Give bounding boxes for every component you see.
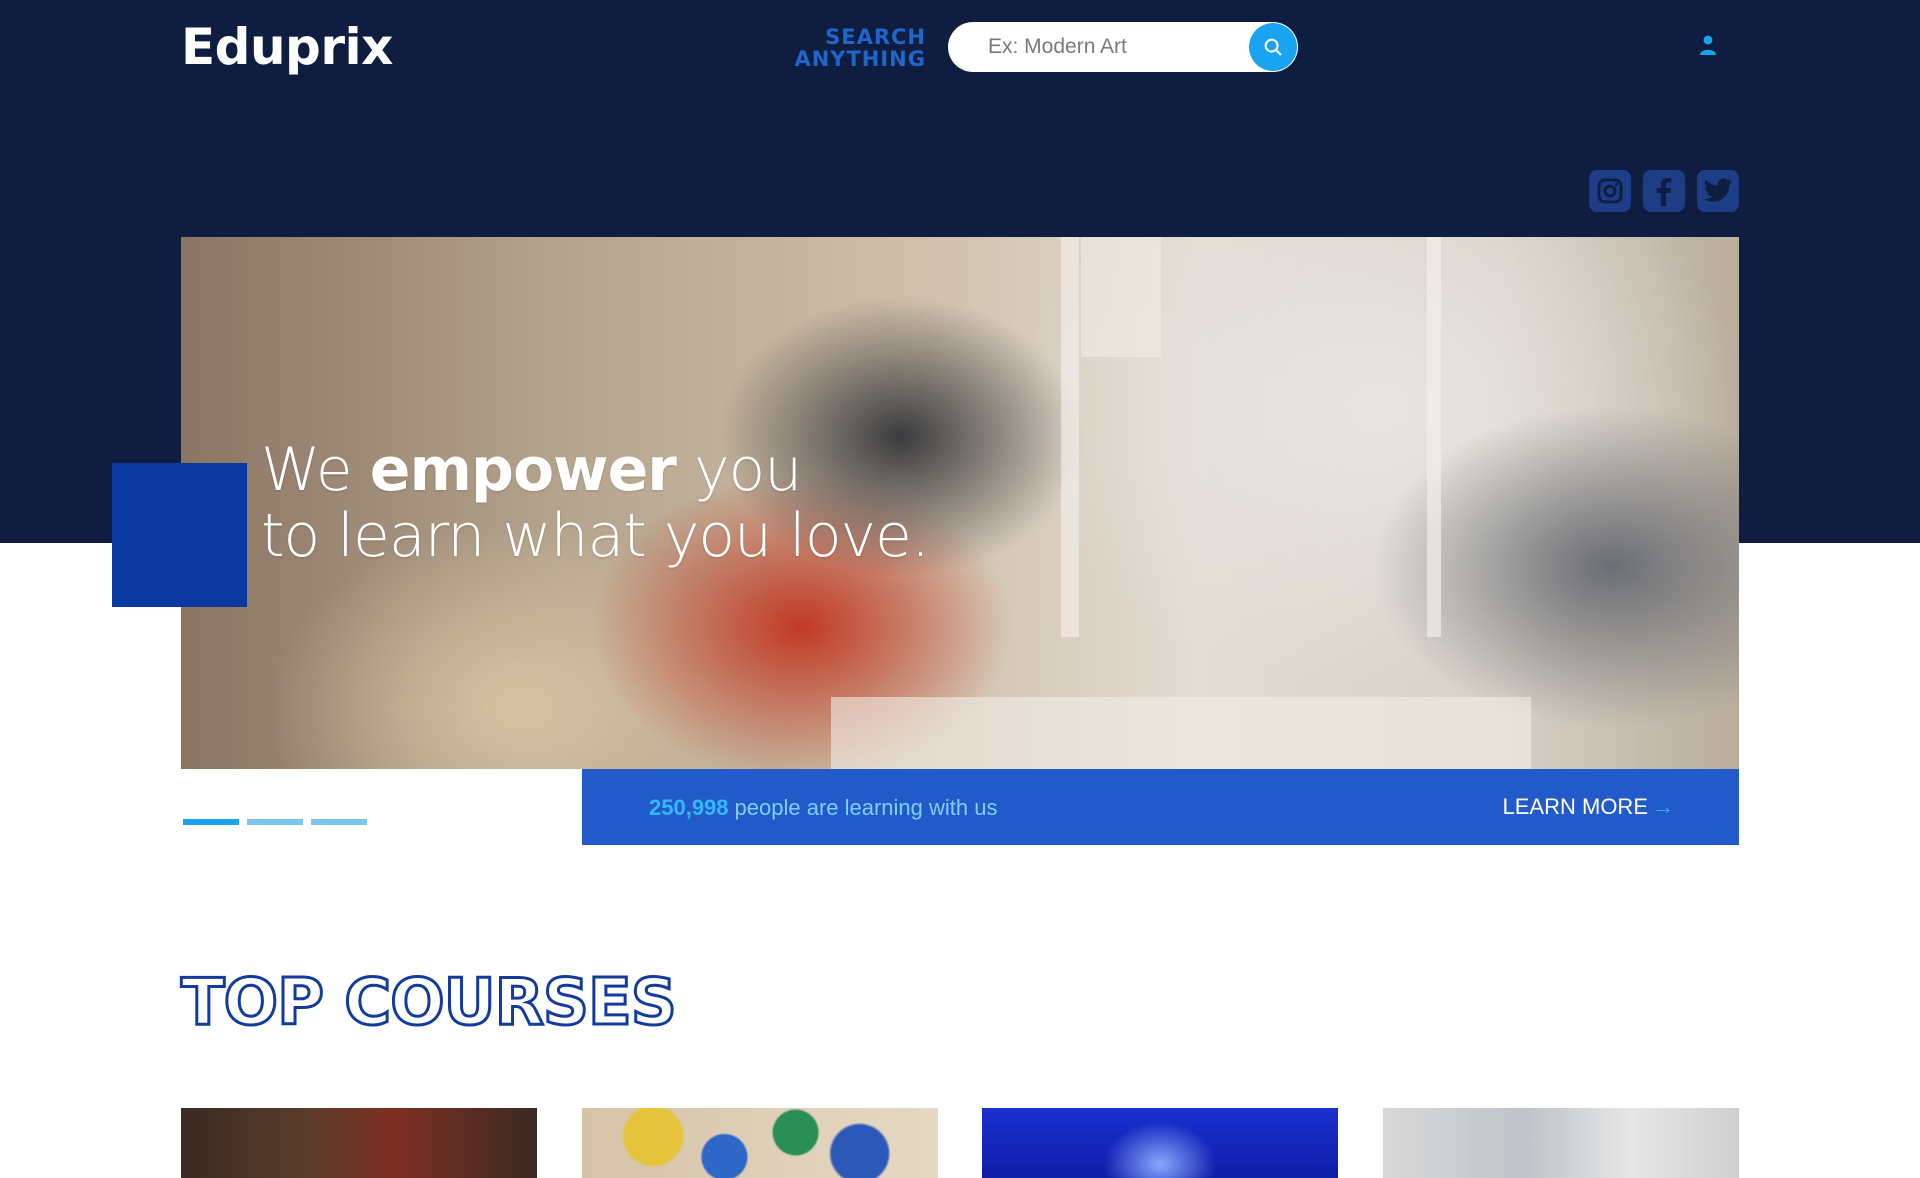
search-icon bbox=[1264, 38, 1282, 56]
search-button[interactable] bbox=[1249, 23, 1297, 71]
course-card[interactable] bbox=[1383, 1108, 1739, 1178]
hero-photo-light bbox=[1081, 237, 1161, 357]
slider-indicators bbox=[183, 819, 367, 825]
logo[interactable]: Eduprix bbox=[181, 18, 393, 76]
course-card[interactable] bbox=[181, 1108, 537, 1178]
user-icon[interactable] bbox=[1698, 34, 1718, 56]
learners-stat: 250,998 people are learning with us bbox=[649, 795, 997, 821]
arrow-right-icon: → bbox=[1652, 794, 1674, 819]
page: Eduprix SEARCH ANYTHING Ex: Modern Art W… bbox=[0, 0, 1920, 1178]
decorative-square bbox=[112, 463, 247, 607]
slide-indicator-2[interactable] bbox=[247, 819, 303, 825]
learners-banner: 250,998 people are learning with us LEARN… bbox=[582, 769, 1739, 845]
learn-more-link[interactable]: LEARN MORE → bbox=[1503, 794, 1674, 820]
hero-headline: We empower you to learn what you love. bbox=[261, 435, 930, 571]
learn-more-label: LEARN MORE bbox=[1502, 794, 1648, 819]
hero-headline-line1: We empower you bbox=[261, 435, 802, 505]
slide-indicator-3[interactable] bbox=[311, 819, 367, 825]
hero-image: We empower you to learn what you love. bbox=[181, 237, 1739, 769]
social-links bbox=[1589, 170, 1739, 212]
slide-indicator-1[interactable] bbox=[183, 819, 239, 825]
hero-headline-line2: to learn what you love. bbox=[261, 501, 930, 571]
learners-text: people are learning with us bbox=[734, 795, 998, 820]
search-label: SEARCH ANYTHING bbox=[794, 25, 926, 71]
course-card[interactable] bbox=[982, 1108, 1338, 1178]
instagram-icon[interactable] bbox=[1589, 170, 1631, 212]
learners-count: 250,998 bbox=[649, 795, 729, 820]
twitter-icon[interactable] bbox=[1697, 170, 1739, 212]
course-card[interactable] bbox=[582, 1108, 938, 1178]
facebook-icon[interactable] bbox=[1643, 170, 1685, 212]
section-title: TOP COURSES bbox=[180, 965, 679, 1042]
search-box bbox=[948, 22, 1298, 72]
search-input[interactable] bbox=[988, 22, 1238, 72]
hero-photo-table bbox=[831, 697, 1531, 769]
hero-headline-emphasis: empower bbox=[369, 435, 677, 505]
